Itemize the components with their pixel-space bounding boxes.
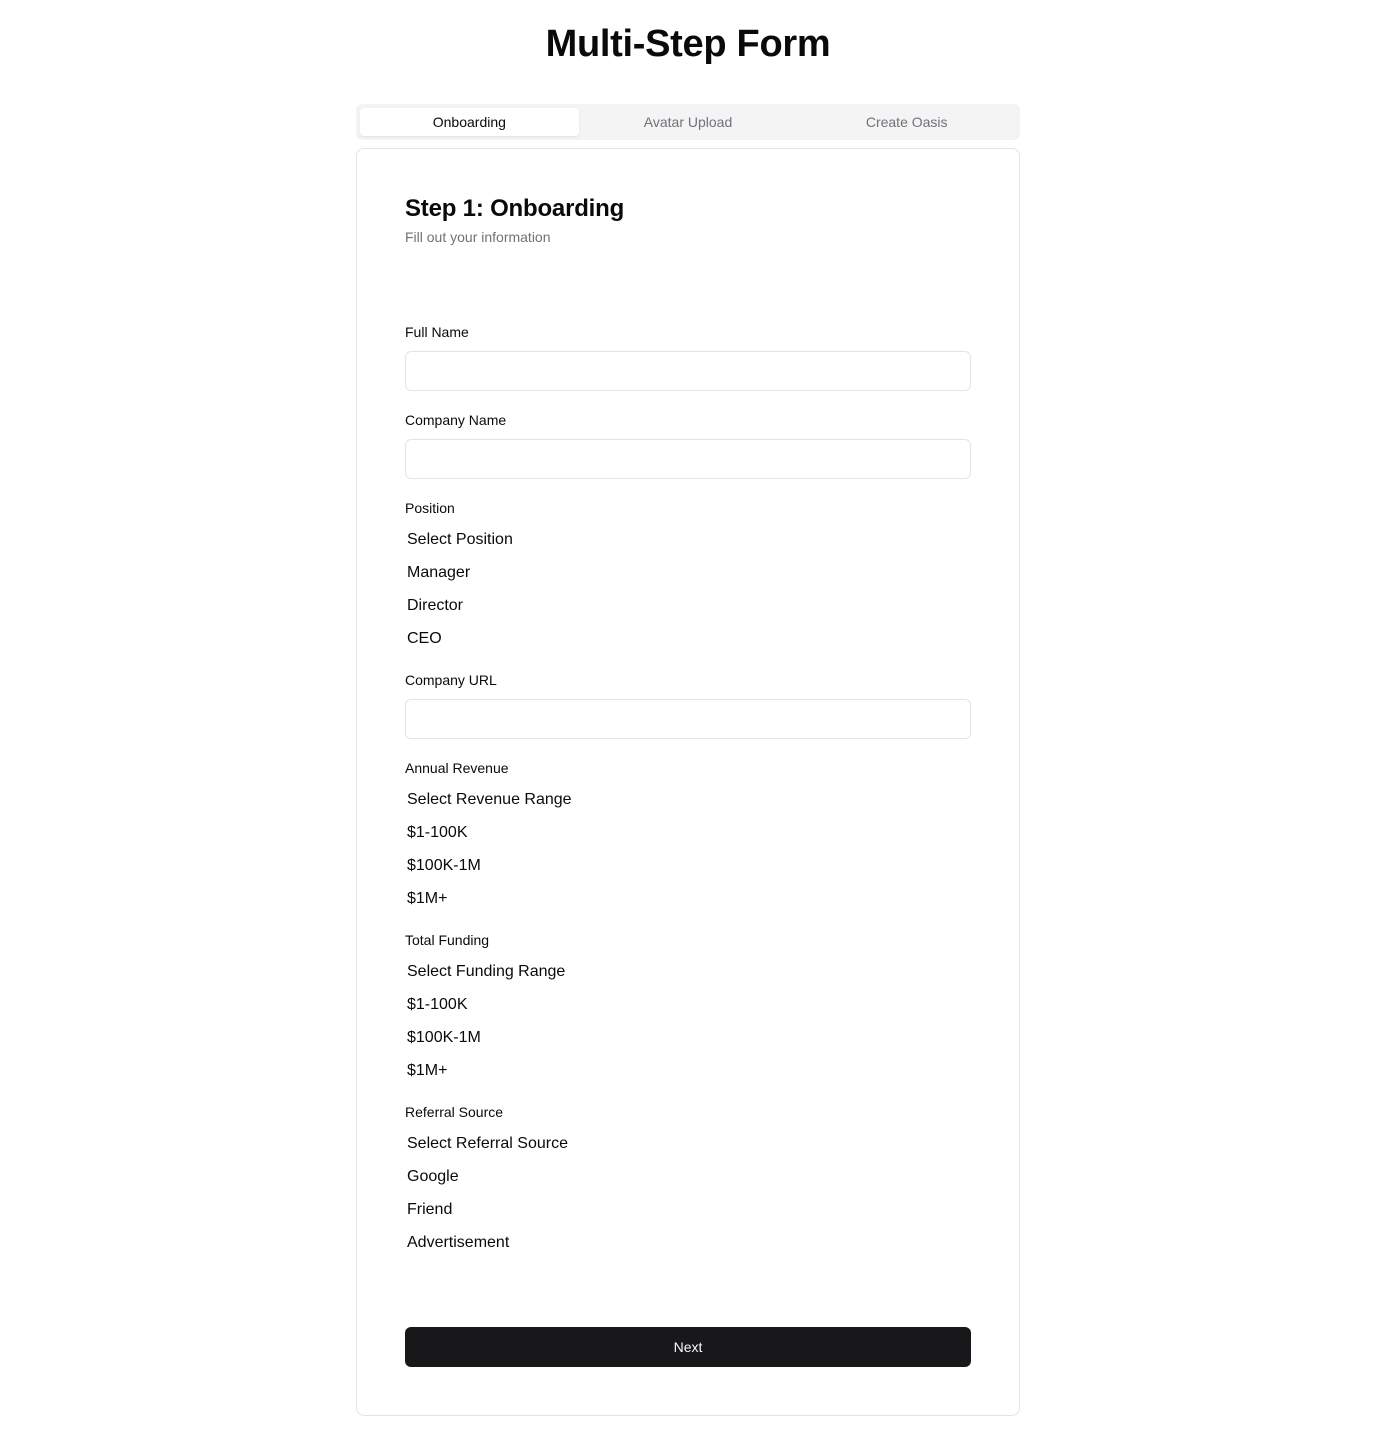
company-name-label: Company Name bbox=[405, 412, 507, 428]
company-url-label: Company URL bbox=[405, 672, 497, 688]
funding-option[interactable]: $1M+ bbox=[407, 1054, 565, 1087]
annual-revenue-label: Annual Revenue bbox=[405, 760, 509, 776]
full-name-input[interactable] bbox=[405, 351, 971, 391]
page-title: Multi-Step Form bbox=[545, 23, 831, 65]
referral-option[interactable]: Select Referral Source bbox=[407, 1127, 568, 1160]
position-option[interactable]: CEO bbox=[407, 622, 513, 655]
revenue-option[interactable]: $100K-1M bbox=[407, 849, 572, 882]
card-subtitle: Fill out your information bbox=[405, 229, 551, 245]
total-funding-label: Total Funding bbox=[405, 932, 490, 948]
funding-option[interactable]: $1-100K bbox=[407, 988, 565, 1021]
company-url-input[interactable] bbox=[405, 699, 971, 739]
position-label: Position bbox=[405, 500, 455, 516]
annual-revenue-select[interactable]: Select Revenue Range $1-100K $100K-1M $1… bbox=[407, 783, 572, 915]
card-title: Step 1: Onboarding bbox=[405, 195, 625, 222]
full-name-label: Full Name bbox=[405, 324, 469, 340]
position-option[interactable]: Director bbox=[407, 589, 513, 622]
revenue-option[interactable]: $1M+ bbox=[407, 882, 572, 915]
onboarding-card: Step 1: Onboarding Fill out your informa… bbox=[356, 148, 1020, 1416]
revenue-option[interactable]: Select Revenue Range bbox=[407, 783, 572, 816]
position-option[interactable]: Manager bbox=[407, 556, 513, 589]
next-button[interactable]: Next bbox=[405, 1327, 971, 1367]
referral-option[interactable]: Advertisement bbox=[407, 1226, 568, 1259]
referral-source-select[interactable]: Select Referral Source Google Friend Adv… bbox=[407, 1127, 568, 1259]
funding-option[interactable]: Select Funding Range bbox=[407, 955, 565, 988]
referral-option[interactable]: Google bbox=[407, 1160, 568, 1193]
position-option[interactable]: Select Position bbox=[407, 523, 513, 556]
referral-source-label: Referral Source bbox=[405, 1104, 504, 1120]
referral-option[interactable]: Friend bbox=[407, 1193, 568, 1226]
tab-onboarding[interactable]: Onboarding bbox=[360, 108, 579, 136]
total-funding-select[interactable]: Select Funding Range $1-100K $100K-1M $1… bbox=[407, 955, 565, 1087]
tab-avatar-upload[interactable]: Avatar Upload bbox=[579, 108, 798, 136]
funding-option[interactable]: $100K-1M bbox=[407, 1021, 565, 1054]
revenue-option[interactable]: $1-100K bbox=[407, 816, 572, 849]
position-select[interactable]: Select Position Manager Director CEO bbox=[407, 523, 513, 655]
tab-create-oasis[interactable]: Create Oasis bbox=[797, 108, 1016, 136]
step-tabs: Onboarding Avatar Upload Create Oasis bbox=[356, 104, 1020, 140]
company-name-input[interactable] bbox=[405, 439, 971, 479]
